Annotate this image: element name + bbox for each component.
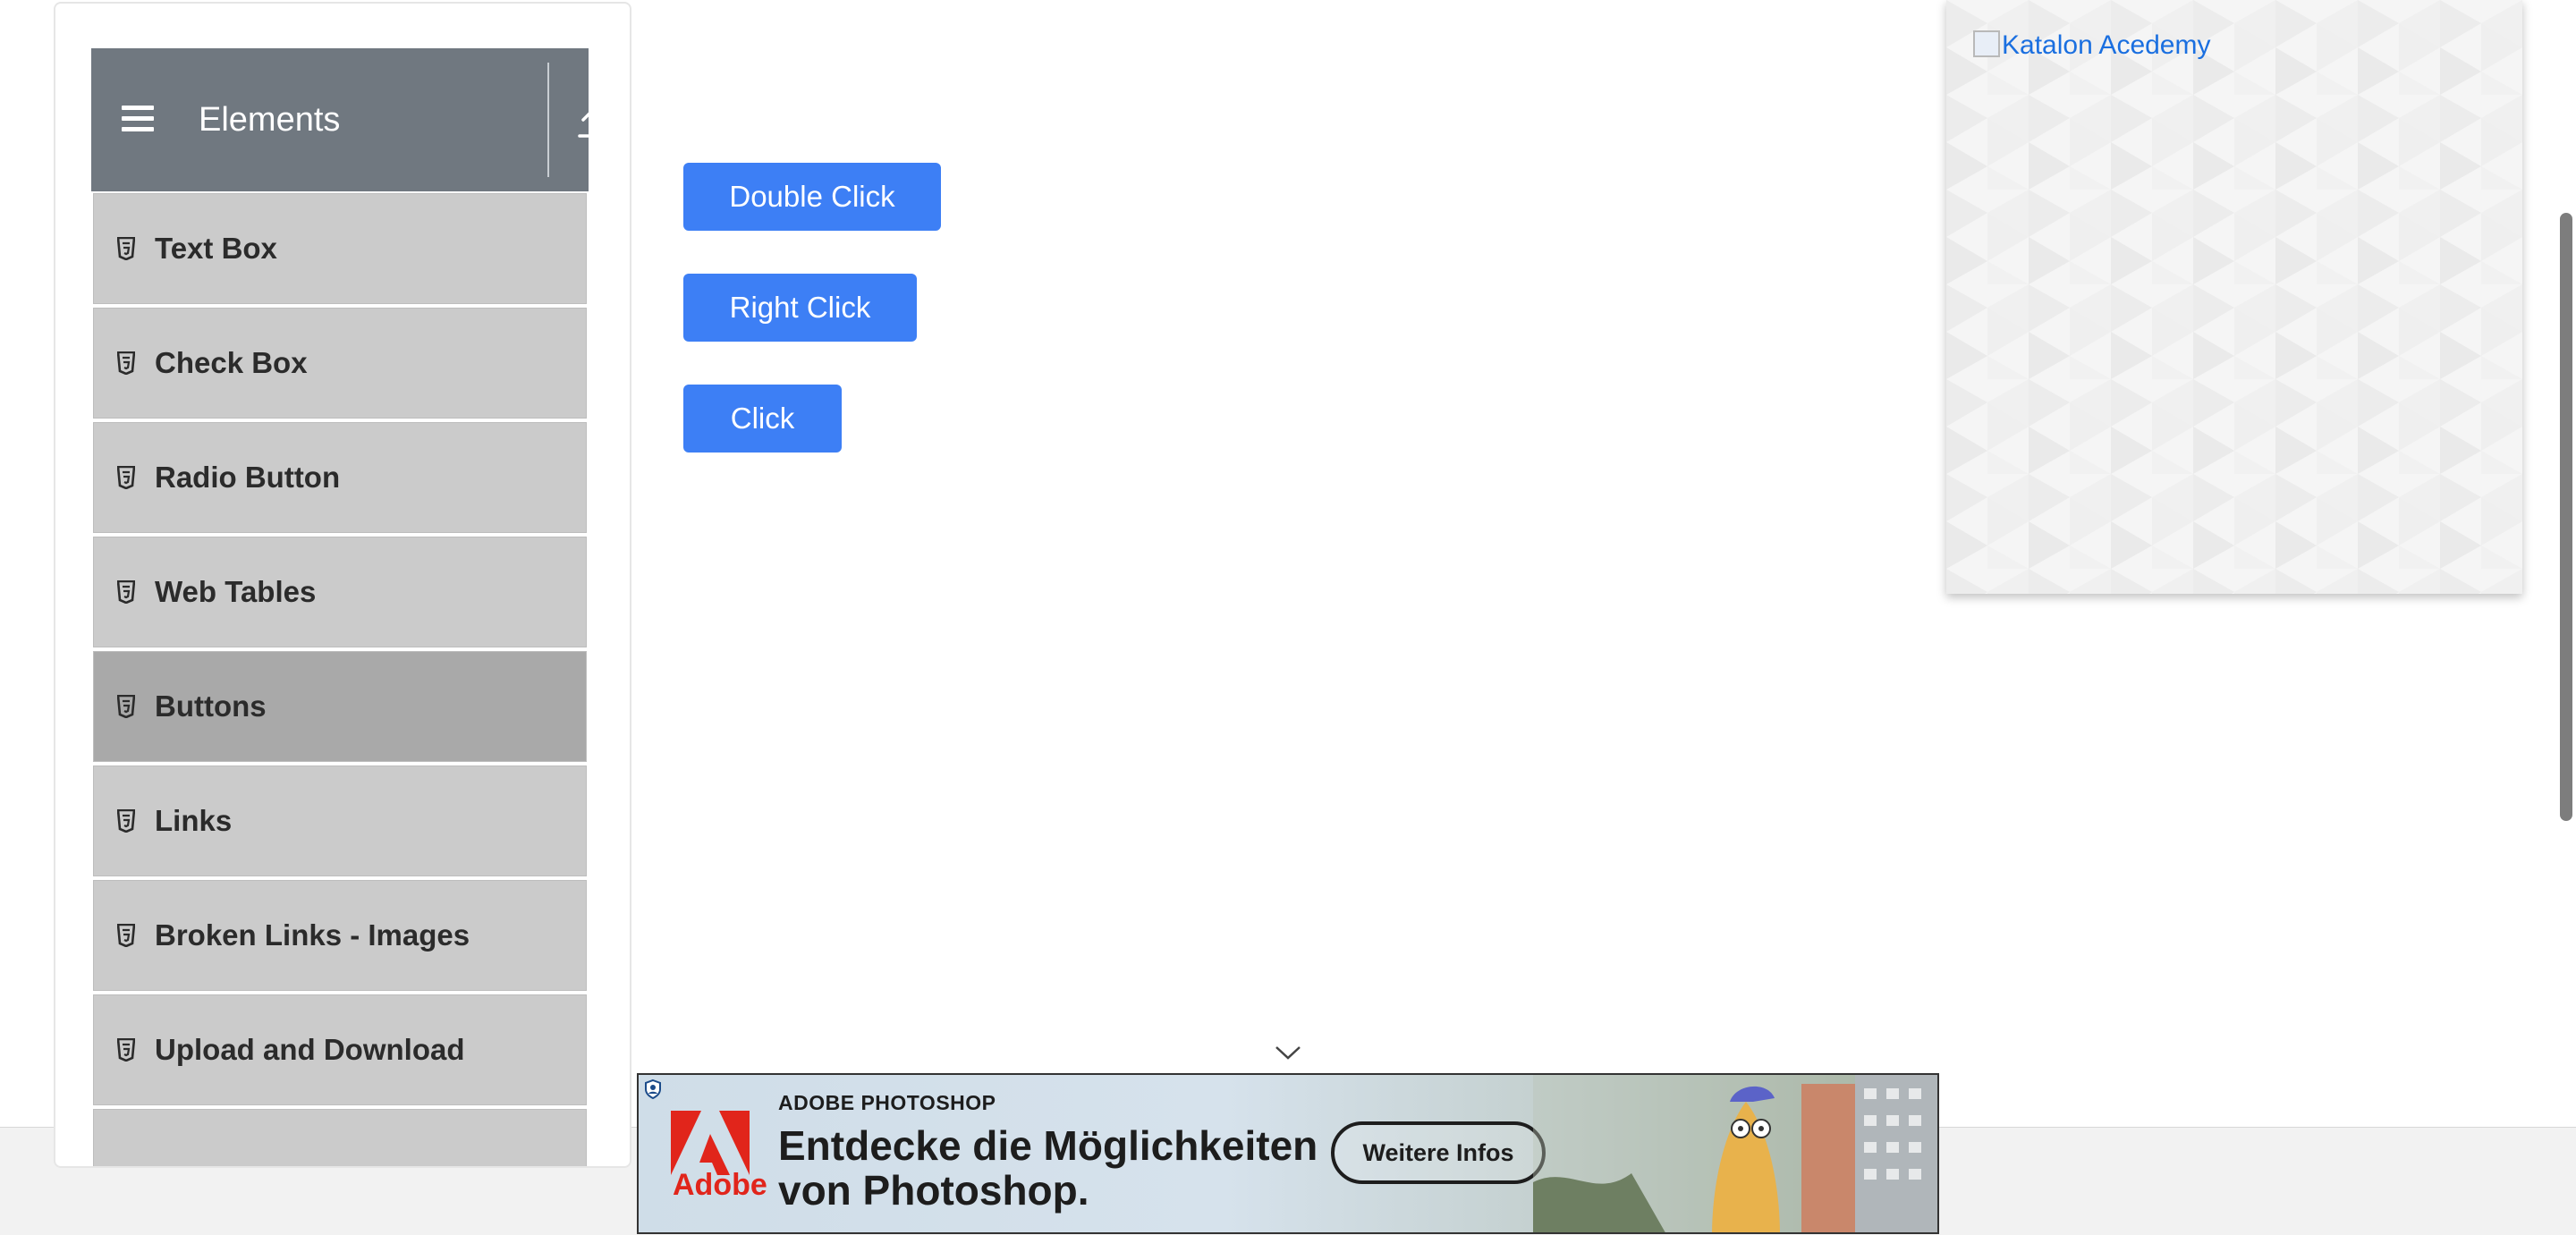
menu-item-label: Buttons (155, 689, 267, 723)
double-click-button[interactable]: Double Click Me (683, 163, 941, 281)
click-me-button[interactable]: Click Me (683, 385, 842, 503)
bottom-ad-banner[interactable]: Adobe ADOBE PHOTOSHOP Entdecke die Mögli… (637, 1073, 1939, 1234)
html5-icon (117, 466, 135, 489)
menu-item-label: Text Box (155, 232, 277, 265)
scrollbar-thumb[interactable] (2560, 213, 2572, 821)
menu-item-label: Check Box (155, 346, 308, 379)
triangle-pattern-background (1946, 0, 2522, 594)
left-panel: Elements Text Box Check Box Radio Button… (54, 2, 631, 1168)
menu-item-text-box[interactable]: Text Box (93, 193, 587, 304)
right-click-button[interactable]: Right Click Me (683, 274, 917, 392)
menu-item-buttons[interactable]: Buttons (93, 651, 587, 762)
menu-item-label: Upload and Download (155, 1033, 465, 1066)
header-divider (547, 63, 549, 177)
image-alt-text: Katalon Acedemy (2002, 30, 2211, 60)
menu-item-label: Web Tables (155, 575, 317, 608)
elements-group-header[interactable]: Elements (91, 48, 606, 191)
collapse-up-icon[interactable] (574, 104, 610, 140)
adobe-brand-name: Adobe (673, 1168, 767, 1202)
html5-icon (117, 1038, 135, 1062)
html5-icon (117, 580, 135, 604)
html5-icon (117, 695, 135, 718)
broken-image-icon (1973, 30, 2000, 57)
html5-icon (117, 237, 135, 260)
menu-item-check-box[interactable]: Check Box (93, 308, 587, 419)
katalon-academy-broken-image[interactable]: Katalon Acedemy (1973, 30, 2210, 61)
adchoices-icon[interactable] (642, 1079, 664, 1100)
chevron-down-icon[interactable] (1274, 1043, 1302, 1062)
menu-item-partial[interactable] (93, 1109, 587, 1166)
group-title: Elements (199, 101, 341, 139)
menu-item-label: Broken Links - Images (155, 918, 470, 952)
menu-item-upload-and-download[interactable]: Upload and Download (93, 994, 587, 1105)
menu-item-web-tables[interactable]: Web Tables (93, 537, 587, 647)
ad-headline: Entdecke die Möglichkeiten von Photoshop… (778, 1122, 1318, 1214)
html5-icon (117, 351, 135, 375)
html5-icon (117, 924, 135, 947)
menu-list: Text Box Check Box Radio Button Web Tabl… (93, 193, 587, 1166)
hamburger-icon (122, 106, 154, 132)
menu-item-label: Radio Button (155, 461, 341, 494)
menu-item-broken-links-images[interactable]: Broken Links - Images (93, 880, 587, 991)
ad-cta-button[interactable]: Weitere Infos (1331, 1121, 1546, 1184)
photoshop-scene-illustration (1533, 1075, 1937, 1232)
html5-icon (117, 809, 135, 833)
side-ad-banner[interactable]: Katalon Acedemy (1946, 0, 2522, 594)
menu-item-links[interactable]: Links (93, 766, 587, 876)
ad-eyebrow: ADOBE PHOTOSHOP (778, 1091, 996, 1114)
menu-item-radio-button[interactable]: Radio Button (93, 422, 587, 533)
menu-item-label: Links (155, 804, 233, 837)
